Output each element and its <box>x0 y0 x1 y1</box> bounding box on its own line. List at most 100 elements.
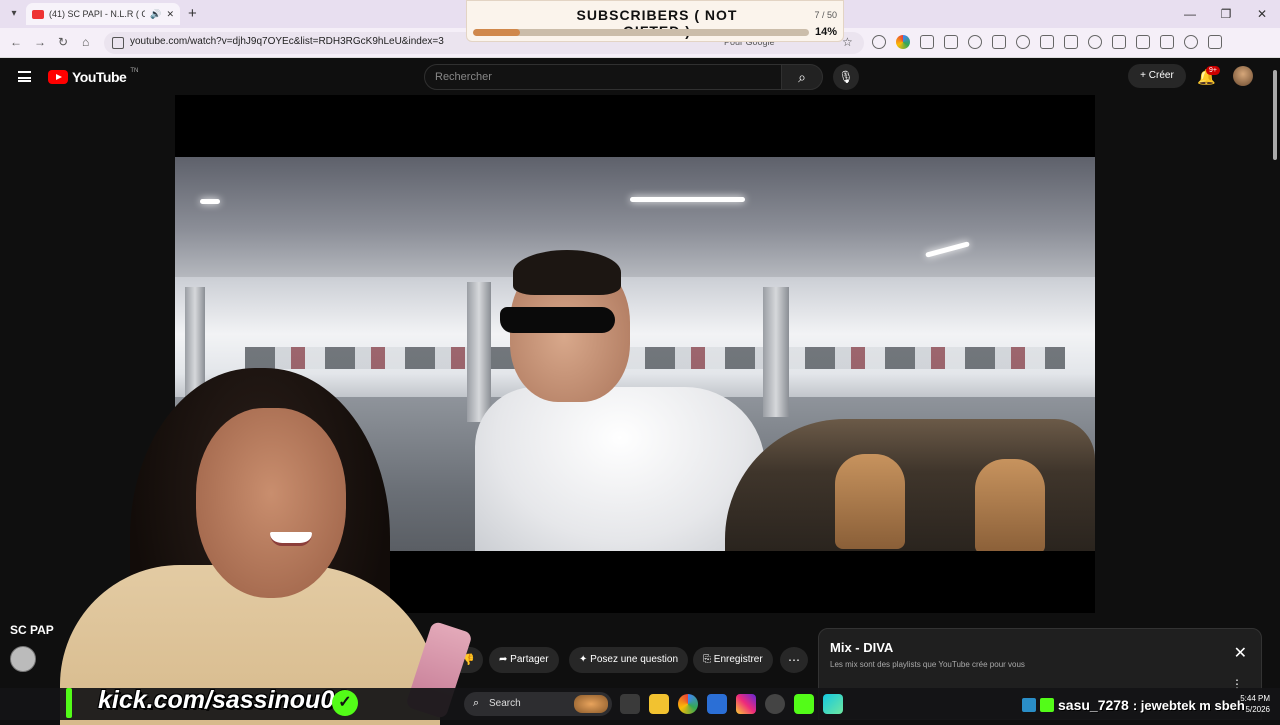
taskbar-apps <box>620 694 843 714</box>
goal-percent: 14% <box>814 26 837 38</box>
instagram-icon[interactable] <box>736 694 756 714</box>
share-label: Partager <box>510 654 549 665</box>
page-scrollbar[interactable] <box>1270 58 1280 688</box>
taskbar-search-label: Search <box>489 698 521 709</box>
scene-seat <box>975 459 1045 551</box>
goal-progress-track <box>473 29 809 36</box>
share-button[interactable]: ➦ Partager <box>489 647 559 673</box>
mic-button[interactable]: 🎙 <box>833 64 859 90</box>
avatar[interactable] <box>1233 66 1253 86</box>
key-icon[interactable] <box>968 35 982 49</box>
mix-title[interactable]: Mix - DIVA <box>830 640 893 655</box>
search-placeholder: Rechercher <box>435 71 492 83</box>
ask-label: Posez une question <box>590 654 679 665</box>
webcam-overlay <box>0 360 473 725</box>
search-icon: ⌕ <box>798 69 806 85</box>
hamburger-icon[interactable] <box>18 71 31 82</box>
sidebar-icon[interactable] <box>1136 35 1150 49</box>
goal-count: 7 / 50 <box>814 10 837 20</box>
minimize-icon[interactable]: — <box>1172 0 1208 28</box>
sparkle-icon: ✦ <box>579 654 591 665</box>
star-list-icon[interactable] <box>1040 35 1054 49</box>
puzzle-icon[interactable] <box>920 35 934 49</box>
kick-accent-bar <box>66 688 72 718</box>
logo-text: YouTube <box>72 69 127 85</box>
tab-title: (41) SC PAPI - N.L.R ( Clip o <box>49 9 146 19</box>
scrollbar-thumb[interactable] <box>1273 70 1277 160</box>
scene-ceiling <box>175 157 1095 277</box>
queue-icon[interactable] <box>1160 35 1174 49</box>
save-button[interactable]: ⎘ Enregistrer <box>693 647 773 673</box>
more-actions-button[interactable]: ⋯ <box>780 647 808 673</box>
youtube-favicon-icon <box>32 9 44 19</box>
reload-icon[interactable]: ↻ <box>58 35 68 49</box>
reading-list-icon[interactable] <box>1064 35 1078 49</box>
more-icon: ⋯ <box>788 653 800 667</box>
scene-convertible <box>725 419 1095 551</box>
kick-app-icon[interactable] <box>794 694 814 714</box>
url-text[interactable]: youtube.com/watch?v=djhJ9q7OYEc&list=RDH… <box>130 36 444 47</box>
chat-badge-icon <box>1022 698 1036 712</box>
scene-person-hair <box>513 250 621 295</box>
taskbar-search[interactable]: ⌕ Search <box>464 692 612 716</box>
speaker-icon[interactable]: 🔊 <box>150 9 161 20</box>
tab-close-icon[interactable]: ✕ <box>166 9 174 20</box>
kick-url-overlay: kick.com/sassinou01 <box>98 686 349 714</box>
goal-progress-fill <box>473 29 521 36</box>
webcam-smile <box>270 532 312 546</box>
back-icon[interactable]: ← <box>10 35 22 49</box>
save-label: Enregistrer <box>713 654 763 665</box>
create-label: Créer <box>1148 70 1174 81</box>
scene-person-shirt <box>475 387 765 551</box>
app-icon[interactable] <box>823 694 843 714</box>
share-icon: ➦ <box>499 654 511 665</box>
card-icon[interactable] <box>992 35 1006 49</box>
app-icon[interactable] <box>765 694 785 714</box>
scene-pillar <box>467 282 491 422</box>
logo-country: TN <box>130 68 139 74</box>
mix-subtitle: Les mix sont des playlists que YouTube c… <box>830 660 1025 669</box>
tab-youtube[interactable]: (41) SC PAPI - N.L.R ( Clip o 🔊 ✕ <box>26 3 180 25</box>
window-close-icon[interactable]: ✕ <box>1244 0 1280 28</box>
task-view-icon[interactable] <box>620 694 640 714</box>
close-icon[interactable]: ✕ <box>1234 643 1247 663</box>
scene-pillar <box>763 287 789 417</box>
youtube-logo[interactable]: YouTube TN <box>48 68 139 85</box>
scene-light <box>200 199 220 204</box>
youtube-header: YouTube TN Rechercher ⌕ 🎙 + Créer 🔔 9+ <box>0 58 1270 96</box>
extension-icon[interactable] <box>944 35 958 49</box>
history-icon[interactable] <box>1088 35 1102 49</box>
chat-message-overlay: sasu_7278 : jewebtek m sbeh <box>1022 697 1245 713</box>
youtube-play-icon <box>48 70 68 84</box>
search-input[interactable]: Rechercher <box>424 64 782 90</box>
forward-icon[interactable]: → <box>34 35 46 49</box>
scene-light <box>630 197 745 202</box>
webcam-face <box>196 408 346 598</box>
profile-icon[interactable] <box>1184 35 1198 49</box>
search-button[interactable]: ⌕ <box>781 64 823 90</box>
chrome-icon[interactable] <box>678 694 698 714</box>
menu-icon[interactable] <box>1208 35 1222 49</box>
restore-icon[interactable]: ❐ <box>1208 0 1244 28</box>
store-icon[interactable] <box>707 694 727 714</box>
extensions-row <box>872 35 1222 49</box>
chrome-extension-icon[interactable] <box>896 35 910 49</box>
location-icon[interactable] <box>1016 35 1030 49</box>
search-icon: ⌕ <box>473 697 480 709</box>
extension-icon[interactable] <box>872 35 886 49</box>
tab-list-icon[interactable]: ▾ <box>6 6 22 22</box>
scene-seat <box>835 454 905 549</box>
chat-username: sasu_7278 <box>1058 697 1129 713</box>
trash-icon[interactable] <box>1112 35 1126 49</box>
home-icon[interactable]: ⌂ <box>82 35 89 49</box>
ask-question-button[interactable]: ✦ Posez une question <box>569 647 689 673</box>
plus-icon: + <box>1140 70 1149 81</box>
site-info-icon[interactable] <box>112 37 124 49</box>
window-controls: — ❐ ✕ <box>1172 0 1280 28</box>
file-explorer-icon[interactable] <box>649 694 669 714</box>
create-button[interactable]: + Créer <box>1128 64 1186 88</box>
new-tab-icon[interactable]: + <box>188 5 197 22</box>
chat-badge-icon <box>1040 698 1054 712</box>
search-highlight-image <box>574 695 608 713</box>
bookmark-icon: ⎘ <box>703 654 714 665</box>
